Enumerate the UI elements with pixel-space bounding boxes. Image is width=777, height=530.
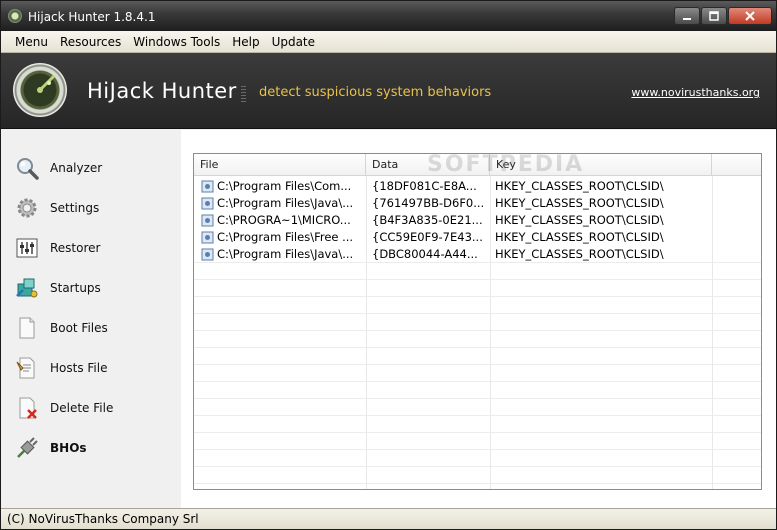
- list-header: File Data Key: [194, 154, 761, 176]
- title-bar[interactable]: Hijack Hunter 1.8.4.1: [1, 1, 776, 31]
- window-title: Hijack Hunter 1.8.4.1: [28, 10, 156, 24]
- cell-file: C:\PROGRA~1\MICRO...: [217, 213, 351, 227]
- cell-key: HKEY_CLASSES_ROOT\CLSID\: [495, 247, 664, 261]
- bho-list[interactable]: File Data Key C:\Program Files\Com... {1…: [193, 153, 762, 490]
- cell-file: C:\Program Files\Java\...: [217, 196, 354, 210]
- maximize-icon: [709, 11, 719, 21]
- sidebar-item-restorer[interactable]: Restorer: [1, 230, 181, 266]
- column-header-data[interactable]: Data: [366, 154, 490, 176]
- row-gridline: [194, 296, 761, 297]
- brand-title-bold: HiJack: [87, 79, 155, 103]
- table-row[interactable]: C:\Program Files\Com... {18DF081C-E8A...…: [194, 178, 761, 195]
- minimize-icon: [683, 18, 691, 20]
- cell-key: HKEY_CLASSES_ROOT\CLSID\: [495, 179, 664, 193]
- cell-data: {B4F3A835-0E21...: [372, 213, 483, 227]
- row-gridline: [194, 449, 761, 450]
- registry-entry-icon: [201, 180, 214, 193]
- column-header-key[interactable]: Key: [490, 154, 712, 176]
- row-gridline: [194, 313, 761, 314]
- banner-separator: [241, 86, 246, 104]
- minimize-button[interactable]: [674, 7, 700, 25]
- registry-entry-icon: [201, 197, 214, 210]
- menu-update[interactable]: Update: [266, 33, 321, 51]
- window-controls: [674, 7, 772, 25]
- row-gridline: [194, 381, 761, 382]
- sidebar-item-label: Startups: [50, 281, 101, 295]
- document-icon: [19, 317, 35, 339]
- sidebar-item-hosts-file[interactable]: Hosts File: [1, 350, 181, 386]
- row-gridline: [194, 466, 761, 467]
- sidebar-item-label: Boot Files: [50, 321, 108, 335]
- menu-windows-tools[interactable]: Windows Tools: [127, 33, 226, 51]
- registry-entry-icon: [201, 248, 214, 261]
- cell-data: {18DF081C-E8A...: [372, 179, 477, 193]
- maximize-button[interactable]: [701, 7, 727, 25]
- close-icon: [745, 11, 755, 21]
- cell-key: HKEY_CLASSES_ROOT\CLSID\: [495, 196, 664, 210]
- row-gridline: [194, 330, 761, 331]
- gear-icon: [17, 198, 37, 218]
- sidebar-item-label: Settings: [50, 201, 100, 215]
- magnifier-icon: [17, 158, 39, 180]
- column-header-filler: [712, 154, 761, 176]
- sidebar-item-label: BHOs: [50, 441, 87, 455]
- table-row[interactable]: C:\Program Files\Java\... {DBC80044-A44.…: [194, 246, 761, 263]
- hosts-file-icon: [16, 357, 35, 379]
- status-text: (C) NoVirusThanks Company Srl: [7, 512, 199, 526]
- cell-file: C:\Program Files\Free ...: [217, 230, 354, 244]
- menu-bar: Menu Resources Windows Tools Help Update: [1, 31, 776, 53]
- header-banner: HiJack Hunter detect suspicious system b…: [1, 53, 776, 129]
- cell-key: HKEY_CLASSES_ROOT\CLSID\: [495, 213, 664, 227]
- column-header-file[interactable]: File: [194, 154, 366, 176]
- brand-title-rest: Hunter: [161, 79, 237, 103]
- menu-help[interactable]: Help: [226, 33, 265, 51]
- row-gridline: [194, 364, 761, 365]
- cell-key: HKEY_CLASSES_ROOT\CLSID\: [495, 230, 664, 244]
- table-row[interactable]: C:\Program Files\Java\... {761497BB-D6F0…: [194, 195, 761, 212]
- radar-logo-icon: [13, 63, 67, 117]
- cell-data: {DBC80044-A44...: [372, 247, 478, 261]
- row-gridline: [194, 279, 761, 280]
- close-button[interactable]: [728, 7, 772, 25]
- registry-entry-icon: [201, 214, 214, 227]
- plug-icon: [17, 437, 38, 458]
- row-gridline: [194, 432, 761, 433]
- table-row[interactable]: C:\Program Files\Free ... {CC59E0F9-7E43…: [194, 229, 761, 246]
- status-bar: (C) NoVirusThanks Company Srl: [1, 508, 776, 529]
- sidebar-item-label: Analyzer: [50, 161, 103, 175]
- row-gridline: [194, 415, 761, 416]
- sidebar-item-analyzer[interactable]: Analyzer: [1, 150, 181, 186]
- cell-data: {CC59E0F9-7E43...: [372, 230, 483, 244]
- sidebar-item-label: Restorer: [50, 241, 101, 255]
- main-panel: File Data Key C:\Program Files\Com... {1…: [181, 130, 776, 508]
- row-gridline: [194, 483, 761, 484]
- list-rows: C:\Program Files\Com... {18DF081C-E8A...…: [194, 178, 761, 263]
- menu-resources[interactable]: Resources: [54, 33, 127, 51]
- cell-file: C:\Program Files\Com...: [217, 179, 352, 193]
- sidebar-item-label: Hosts File: [50, 361, 108, 375]
- cell-file: C:\Program Files\Java\...: [217, 247, 354, 261]
- tagline: detect suspicious system behaviors: [259, 85, 492, 100]
- sidebar-item-label: Delete File: [50, 401, 114, 415]
- sidebar-item-settings[interactable]: Settings: [1, 190, 181, 226]
- hijack-hunter-app-icon[interactable]: [8, 9, 22, 23]
- sidebar-item-boot-files[interactable]: Boot Files: [1, 310, 181, 346]
- sidebar: Analyzer Settings Restorer Startups Boot…: [1, 130, 181, 508]
- table-row[interactable]: C:\PROGRA~1\MICRO... {B4F3A835-0E21... H…: [194, 212, 761, 229]
- sidebar-item-startups[interactable]: Startups: [1, 270, 181, 306]
- startup-puzzle-icon: [16, 278, 38, 298]
- sidebar-item-delete-file[interactable]: Delete File: [1, 390, 181, 426]
- row-gridline: [194, 398, 761, 399]
- registry-entry-icon: [201, 231, 214, 244]
- sliders-icon: [16, 238, 38, 258]
- cell-data: {761497BB-D6F0...: [372, 196, 485, 210]
- delete-file-icon: [19, 397, 37, 419]
- website-link[interactable]: www.novirusthanks.org: [631, 86, 760, 99]
- menu-menu[interactable]: Menu: [9, 33, 54, 51]
- brand-title: HiJack Hunter: [87, 79, 237, 103]
- row-gridline: [194, 347, 761, 348]
- sidebar-item-bhos[interactable]: BHOs: [1, 430, 181, 466]
- app-window: Hijack Hunter 1.8.4.1 Menu Resources Win…: [0, 0, 777, 530]
